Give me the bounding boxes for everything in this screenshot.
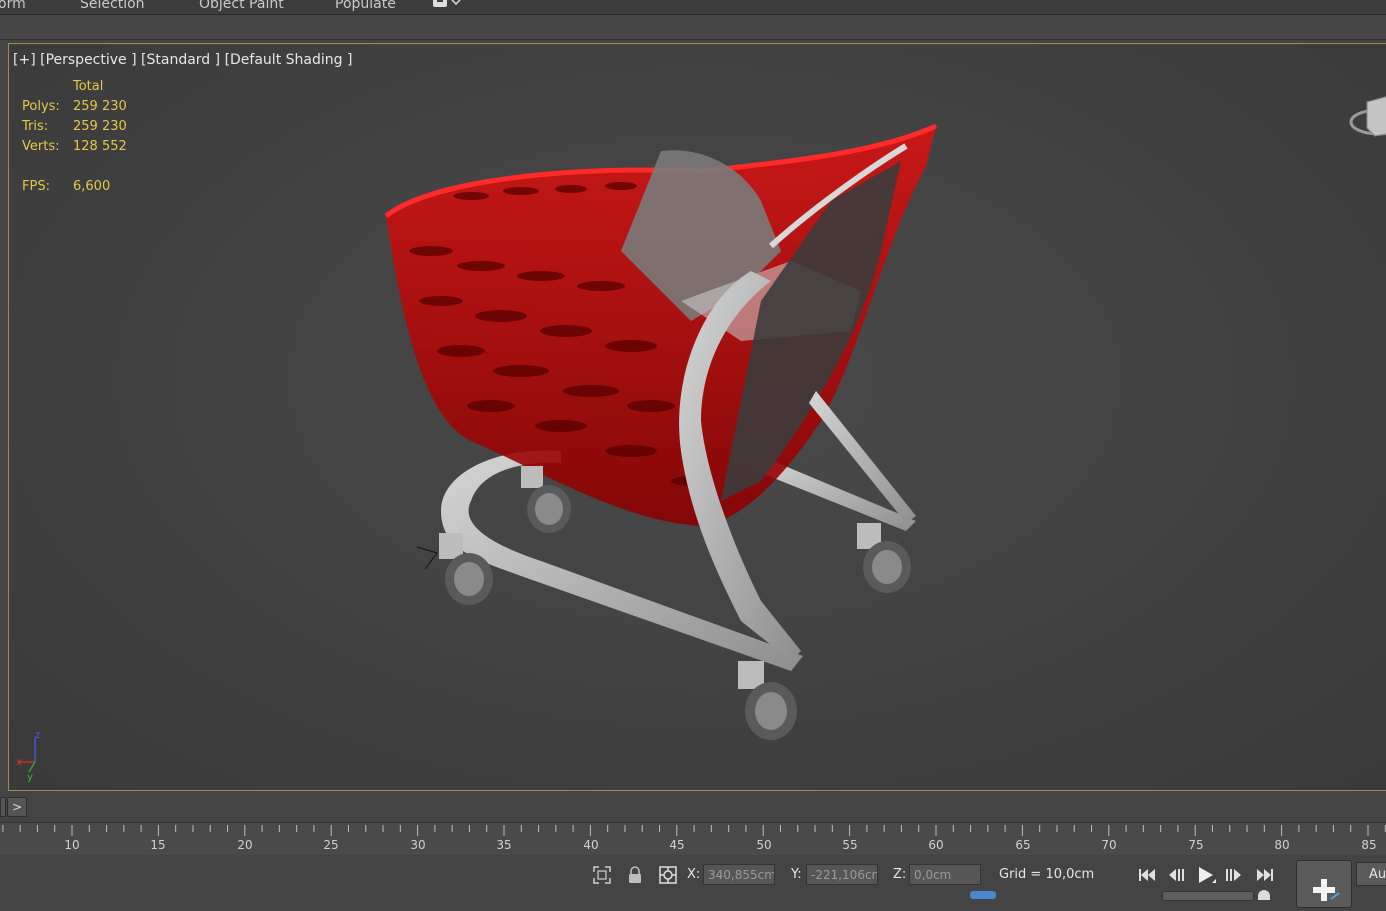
stats-verts-label: Verts: bbox=[22, 139, 60, 154]
timeline-tick-label: 85 bbox=[1361, 838, 1377, 852]
axis-z-label: z bbox=[35, 732, 40, 741]
ribbon-options-icon[interactable] bbox=[432, 0, 462, 7]
timeline-tick-label: 25 bbox=[323, 838, 339, 852]
next-frame-icon[interactable] bbox=[1222, 864, 1244, 886]
timeline-tick-label: 45 bbox=[669, 838, 685, 852]
stats-fps-label: FPS: bbox=[22, 179, 50, 194]
time-config-icon[interactable] bbox=[1258, 890, 1270, 900]
axis-y-label: y bbox=[27, 772, 33, 782]
track-bar: > bbox=[0, 796, 1386, 818]
tab-object-paint[interactable]: Object Paint bbox=[199, 0, 284, 12]
stats-verts-value: 128 552 bbox=[73, 139, 127, 154]
timeline-tick-label: 20 bbox=[237, 838, 253, 852]
stats-tris-value: 259 230 bbox=[73, 119, 127, 134]
wheel bbox=[738, 661, 797, 740]
y-coordinate-field[interactable]: -221,106cm bbox=[806, 864, 878, 885]
current-frame-field[interactable] bbox=[1162, 891, 1254, 901]
wheel bbox=[857, 523, 911, 593]
previous-frame-icon[interactable] bbox=[1166, 864, 1188, 886]
timeline-tick-label: 10 bbox=[64, 838, 80, 852]
grid-size-readout: Grid = 10,0cm bbox=[999, 867, 1095, 882]
timeline-tick-label: 75 bbox=[1188, 838, 1204, 852]
stats-tris-label: Tris: bbox=[22, 119, 49, 134]
z-coordinate-label: Z: bbox=[893, 867, 907, 882]
timeline-tick-label: 40 bbox=[583, 838, 599, 852]
play-icon[interactable] bbox=[1195, 864, 1217, 886]
viewport-point-of-view-menu[interactable]: [Perspective ] bbox=[40, 52, 136, 68]
axis-x-label: x bbox=[16, 757, 22, 768]
shopping-cart-model[interactable] bbox=[9, 44, 1386, 790]
timeline-tick-label: 60 bbox=[928, 838, 944, 852]
perspective-viewport[interactable]: [+] [Perspective ] [Standard ] [Default … bbox=[8, 43, 1386, 791]
timeline-tick-label: 15 bbox=[150, 838, 166, 852]
timeline-tick-label: 80 bbox=[1274, 838, 1290, 852]
viewport-menu-plus[interactable]: [+] bbox=[13, 52, 36, 68]
tab-selection[interactable]: Selection bbox=[80, 0, 145, 12]
x-coordinate-field[interactable]: 340,855cm bbox=[703, 864, 775, 885]
z-coordinate-field[interactable]: 0,0cm bbox=[909, 864, 981, 885]
y-coordinate-label: Y: bbox=[791, 867, 802, 882]
ribbon-tabs: orm Selection Object Paint Populate bbox=[0, 0, 1386, 15]
viewcube-icon[interactable] bbox=[1347, 92, 1386, 152]
lock-icon[interactable] bbox=[624, 864, 646, 886]
absolute-mode-icon[interactable] bbox=[657, 864, 679, 886]
timeline-tick-label: 70 bbox=[1101, 838, 1117, 852]
timeline-ruler[interactable]: 10 15 20 25 30 35 40 45 50 55 60 65 70 7… bbox=[0, 822, 1386, 855]
stats-polys-label: Polys: bbox=[22, 99, 60, 114]
go-to-end-icon[interactable] bbox=[1254, 864, 1276, 886]
go-to-start-icon[interactable] bbox=[1136, 864, 1158, 886]
stats-fps-value: 6,600 bbox=[73, 179, 111, 194]
auto-key-button[interactable]: Au bbox=[1356, 862, 1386, 886]
stats-polys-value: 259 230 bbox=[73, 99, 127, 114]
timeline-ticks bbox=[2, 825, 1386, 836]
tab-freeform[interactable]: orm bbox=[0, 0, 26, 12]
selection-lock-icon[interactable] bbox=[591, 864, 613, 886]
timeline-tick-label: 65 bbox=[1015, 838, 1031, 852]
viewport-shading-menu[interactable]: [Default Shading ] bbox=[225, 52, 353, 68]
add-key-icon bbox=[1313, 879, 1340, 901]
axis-tripod-icon: z x y bbox=[16, 732, 40, 782]
pivot-gizmo bbox=[416, 546, 438, 570]
timeline-tick-label: 35 bbox=[496, 838, 512, 852]
tab-populate[interactable]: Populate bbox=[335, 0, 396, 12]
timeline-tick-label: 55 bbox=[842, 838, 858, 852]
timeline-tick-label: 50 bbox=[756, 838, 772, 852]
ribbon-panel bbox=[0, 15, 1386, 40]
viewport-label: [+] [Perspective ] [Standard ] [Default … bbox=[13, 52, 352, 68]
track-bar-toggle-button[interactable]: > bbox=[7, 797, 27, 817]
viewport-standard-menu[interactable]: [Standard ] bbox=[141, 52, 220, 68]
set-key-button[interactable] bbox=[1296, 860, 1352, 908]
timeline-tick-label: 30 bbox=[410, 838, 426, 852]
x-coordinate-label: X: bbox=[687, 867, 701, 882]
stats-total-header: Total bbox=[73, 79, 104, 94]
status-bar: X: 340,855cm Y: -221,106cm Z: 0,0cm Grid… bbox=[0, 855, 1386, 908]
track-bar-edge bbox=[0, 797, 6, 817]
